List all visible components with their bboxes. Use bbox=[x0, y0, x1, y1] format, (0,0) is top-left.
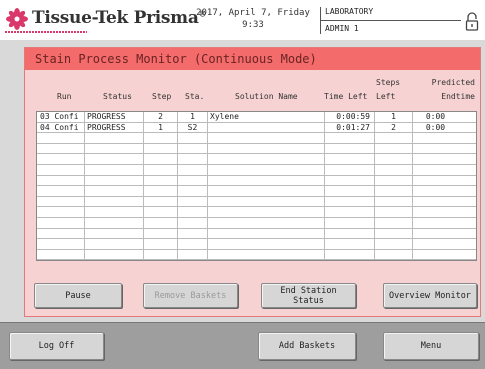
flower-logo-icon bbox=[6, 8, 28, 30]
col-header-status: Status bbox=[103, 92, 132, 101]
pause-button[interactable]: Pause bbox=[34, 283, 122, 308]
date-text: 2017, April 7, Friday bbox=[196, 8, 310, 18]
cell-steps-left: 1 bbox=[391, 112, 396, 121]
table-row[interactable] bbox=[37, 144, 476, 155]
col-header-predicted-endtime: Predicted Endtime bbox=[431, 78, 475, 101]
location-text: LABORATORY bbox=[325, 7, 374, 16]
col-header-run: Run bbox=[57, 92, 72, 101]
header-bar: Tissue-Tek Prisma® 2017, April 7, Friday… bbox=[0, 0, 485, 40]
stain-process-panel: Stain Process Monitor (Continuous Mode) … bbox=[24, 47, 481, 317]
user-text: ADMIN 1 bbox=[325, 24, 359, 33]
cell-sta: S2 bbox=[187, 122, 198, 132]
cell-run: 04 Confi bbox=[40, 122, 79, 132]
logo-underline bbox=[5, 31, 87, 33]
cell-status: PROGRESS bbox=[87, 122, 126, 132]
overview-monitor-button[interactable]: Overview Monitor bbox=[383, 283, 477, 308]
cell-step: 2 bbox=[158, 112, 163, 121]
padlock-icon[interactable] bbox=[465, 12, 479, 32]
panel-title: Stain Process Monitor (Continuous Mode) bbox=[25, 48, 480, 70]
table-row[interactable] bbox=[37, 239, 476, 250]
cell-time-left: 0:00:59 bbox=[336, 112, 370, 121]
end-station-status-button[interactable]: End Station Status bbox=[261, 283, 356, 308]
run-table[interactable]: 03 Confi PROGRESS 2 1 Xylene 0:00:59 1 0:00 04 C… bbox=[36, 111, 477, 261]
cell-endtime: 0:00 bbox=[425, 112, 446, 121]
remove-baskets-button[interactable]: Remove Baskets bbox=[143, 283, 238, 308]
table-row[interactable]: 03 Confi PROGRESS 2 1 Xylene 0:00:59 1 0:00 bbox=[37, 112, 476, 123]
col-header-time-left: Time Left bbox=[324, 92, 368, 101]
col-header-solution: Solution Name bbox=[235, 92, 298, 101]
app-logo-text: Tissue-Tek Prisma® bbox=[32, 8, 207, 28]
table-row[interactable] bbox=[37, 229, 476, 240]
table-row[interactable] bbox=[37, 197, 476, 208]
time-text: 9:33 bbox=[242, 20, 264, 30]
table-row[interactable] bbox=[37, 250, 476, 261]
user-location-box: LABORATORY ADMIN 1 bbox=[320, 7, 469, 34]
table-row[interactable]: 04 Confi PROGRESS 1 S2 0:01:27 2 0:00 bbox=[37, 123, 476, 134]
table-row[interactable] bbox=[37, 154, 476, 165]
table-row[interactable] bbox=[37, 176, 476, 187]
table-row[interactable] bbox=[37, 165, 476, 176]
table-row[interactable] bbox=[37, 133, 476, 144]
cell-time-left: 0:01:27 bbox=[336, 122, 370, 132]
menu-button[interactable]: Menu bbox=[383, 332, 479, 360]
table-row[interactable] bbox=[37, 186, 476, 197]
date-time-display: 2017, April 7, Friday 9:33 bbox=[188, 7, 318, 31]
cell-status: PROGRESS bbox=[87, 112, 126, 121]
cell-endtime: 0:00 bbox=[425, 122, 446, 132]
table-row[interactable] bbox=[37, 207, 476, 218]
cell-step: 1 bbox=[158, 122, 163, 132]
divider bbox=[321, 20, 461, 21]
col-header-step: Step bbox=[152, 92, 172, 101]
log-off-button[interactable]: Log Off bbox=[9, 332, 104, 360]
cell-run: 03 Confi bbox=[40, 112, 79, 121]
cell-solution: Xylene bbox=[210, 112, 239, 121]
table-row[interactable] bbox=[37, 218, 476, 229]
add-baskets-button[interactable]: Add Baskets bbox=[258, 332, 356, 360]
bottom-toolbar: Log Off Add Baskets Menu bbox=[0, 322, 485, 369]
cell-sta: 1 bbox=[190, 112, 195, 121]
col-header-sta: Sta. bbox=[185, 92, 205, 101]
col-header-steps-left: Steps Left bbox=[376, 78, 401, 101]
cell-steps-left: 2 bbox=[391, 122, 396, 132]
